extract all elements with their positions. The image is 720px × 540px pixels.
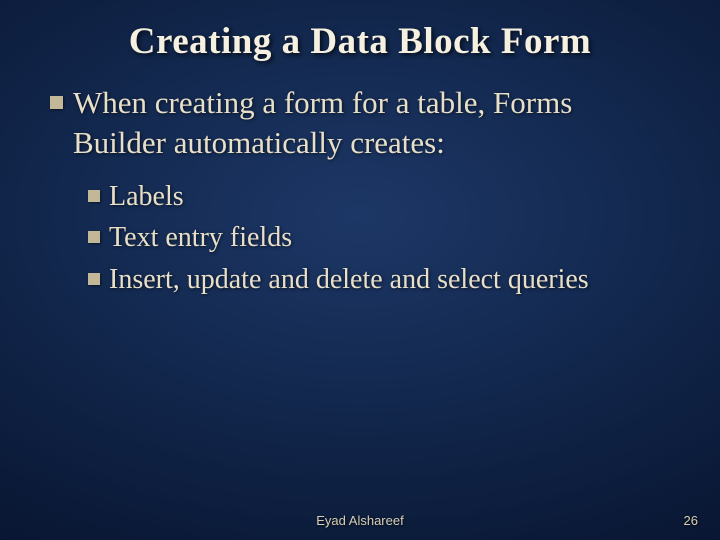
slide-title: Creating a Data Block Form bbox=[0, 0, 720, 73]
bullet-level2: Text entry fields bbox=[88, 219, 670, 257]
bullet-text: Text entry fields bbox=[109, 219, 292, 257]
page-number: 26 bbox=[684, 513, 698, 528]
bullet-text: Labels bbox=[109, 178, 184, 216]
bullet-text: Insert, update and delete and select que… bbox=[109, 261, 589, 299]
slide-body: When creating a form for a table, Forms … bbox=[0, 73, 720, 299]
square-bullet-icon bbox=[88, 273, 100, 285]
bullet-text: When creating a form for a table, Forms … bbox=[73, 83, 670, 164]
bullet-level2: Labels bbox=[88, 178, 670, 216]
square-bullet-icon bbox=[88, 190, 100, 202]
bullet-level2: Insert, update and delete and select que… bbox=[88, 261, 670, 299]
square-bullet-icon bbox=[88, 231, 100, 243]
square-bullet-icon bbox=[50, 96, 63, 109]
footer-author: Eyad Alshareef bbox=[0, 513, 720, 528]
slide: Creating a Data Block Form When creating… bbox=[0, 0, 720, 540]
bullet-level1: When creating a form for a table, Forms … bbox=[50, 83, 670, 164]
